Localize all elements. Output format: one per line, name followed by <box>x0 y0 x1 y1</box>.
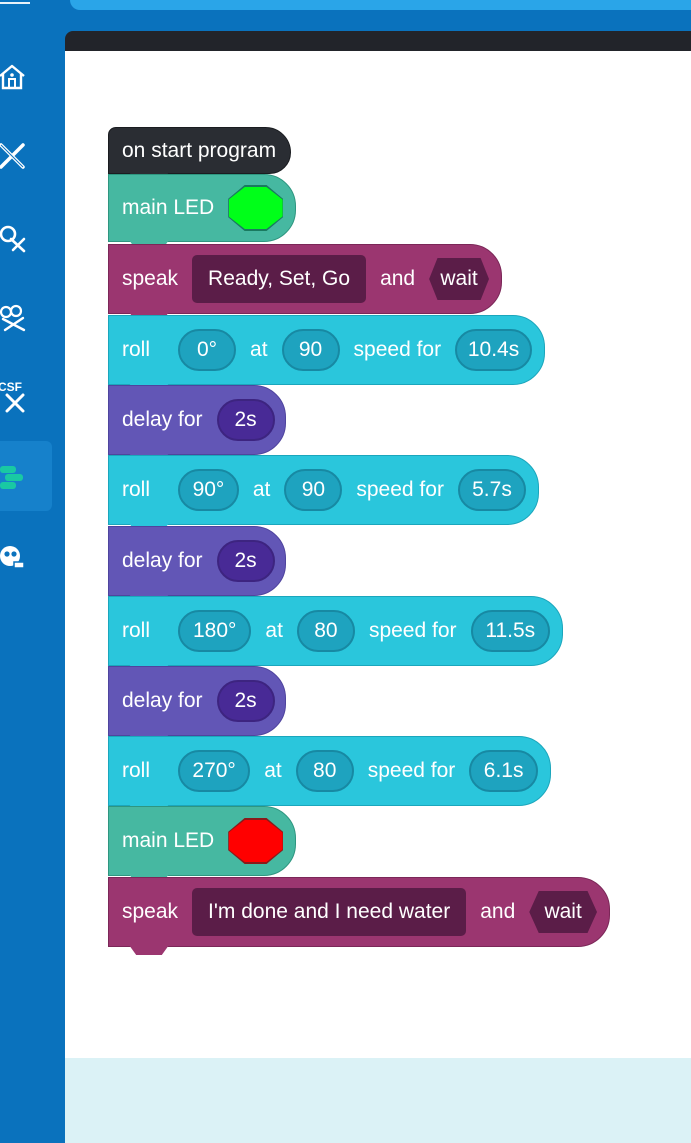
heading-input[interactable]: 270° <box>178 750 251 792</box>
roll-block[interactable]: roll 180° at 80 speed for 11.5s <box>108 596 563 674</box>
block-label: delay for <box>122 408 203 431</box>
speed-input[interactable]: 90 <box>284 469 343 511</box>
csf-tools-icon: CSF <box>0 380 25 413</box>
block-label: roll <box>122 759 151 782</box>
duration-input[interactable]: 10.4s <box>455 329 532 371</box>
wait-dropdown[interactable]: wait <box>529 891 597 933</box>
block-label-at: at <box>264 759 282 782</box>
block-label-speed-for: speed for <box>356 478 444 501</box>
block-label-and: and <box>480 900 516 923</box>
block-label: delay for <box>122 689 203 712</box>
canvas-header-bar <box>65 31 691 51</box>
csf-text: CSF <box>0 380 22 394</box>
block-label-at: at <box>250 338 268 361</box>
block-label-speed-for: speed for <box>368 619 457 642</box>
block-label: roll <box>122 478 151 501</box>
speak-block[interactable]: speak I'm done and I need water and wait <box>108 877 610 955</box>
sidebar-item-search-tools[interactable] <box>0 203 52 273</box>
tools-icon <box>0 143 25 169</box>
sidebar: CSF <box>0 0 64 1143</box>
block-label-at: at <box>265 619 283 642</box>
sidebar-item-home[interactable] <box>0 42 52 112</box>
top-bar <box>70 0 691 10</box>
block-label: main LED <box>122 829 215 852</box>
roll-block[interactable]: roll 90° at 90 speed for 5.7s <box>108 455 539 533</box>
block-label: roll <box>122 619 151 642</box>
heading-input[interactable]: 0° <box>178 329 237 371</box>
delay-block[interactable]: delay for 2s <box>108 666 286 744</box>
speed-input[interactable]: 90 <box>281 329 340 371</box>
home-icon <box>0 64 25 90</box>
group-tools-icon <box>0 304 26 332</box>
sidebar-item-tools[interactable] <box>0 121 52 191</box>
led-color-swatch <box>228 820 283 862</box>
canvas-footer <box>65 1058 691 1143</box>
duration-input[interactable]: 5.7s <box>457 469 526 511</box>
speed-input[interactable]: 80 <box>295 750 354 792</box>
delay-block[interactable]: delay for 2s <box>108 526 286 604</box>
sidebar-item-group-tools[interactable] <box>0 282 52 352</box>
roll-block[interactable]: roll 270° at 80 speed for 6.1s <box>108 736 551 814</box>
search-tools-icon <box>0 225 26 253</box>
block-label: roll <box>122 338 151 361</box>
main-led-block[interactable]: main LED <box>108 174 296 250</box>
block-label: delay for <box>122 549 203 572</box>
main-led-block[interactable]: main LED <box>108 806 296 884</box>
block-code-icon <box>0 466 23 489</box>
led-color-picker[interactable] <box>228 818 283 864</box>
led-color-swatch <box>228 187 283 229</box>
duration-input[interactable]: 11.5s <box>470 610 550 652</box>
delay-input[interactable]: 2s <box>216 399 275 441</box>
roll-block[interactable]: roll 0° at 90 speed for 10.4s <box>108 315 545 393</box>
delay-input[interactable]: 2s <box>216 680 275 722</box>
delay-block[interactable]: delay for 2s <box>108 385 286 463</box>
led-color-picker[interactable] <box>228 185 283 231</box>
wait-dropdown[interactable]: wait <box>429 258 489 300</box>
on-start-program-block[interactable]: on start program <box>108 127 291 182</box>
block-label: on start program <box>122 138 277 162</box>
robot-chat-icon <box>0 546 25 569</box>
delay-input[interactable]: 2s <box>216 540 275 582</box>
duration-input[interactable]: 6.1s <box>469 750 538 792</box>
heading-input[interactable]: 180° <box>178 610 252 652</box>
speak-text-input[interactable]: Ready, Set, Go <box>192 255 367 303</box>
heading-input[interactable]: 90° <box>178 469 239 511</box>
speak-block[interactable]: speak Ready, Set, Go and wait <box>108 244 502 322</box>
block-label-at: at <box>252 478 271 501</box>
block-label-speed-for: speed for <box>353 338 442 361</box>
speed-input[interactable]: 80 <box>296 610 355 652</box>
sidebar-item-robot-chat[interactable] <box>0 522 52 592</box>
block-label-speed-for: speed for <box>367 759 456 782</box>
block-label: main LED <box>122 196 215 219</box>
block-label: speak <box>122 900 179 923</box>
block-label-and: and <box>380 267 416 290</box>
speak-text-input[interactable]: I'm done and I need water <box>192 888 467 936</box>
block-label: speak <box>122 267 179 290</box>
sidebar-item-block-code[interactable] <box>0 441 52 511</box>
sidebar-item-csf[interactable]: CSF <box>0 361 52 431</box>
hamburger-menu-icon[interactable] <box>0 2 30 4</box>
